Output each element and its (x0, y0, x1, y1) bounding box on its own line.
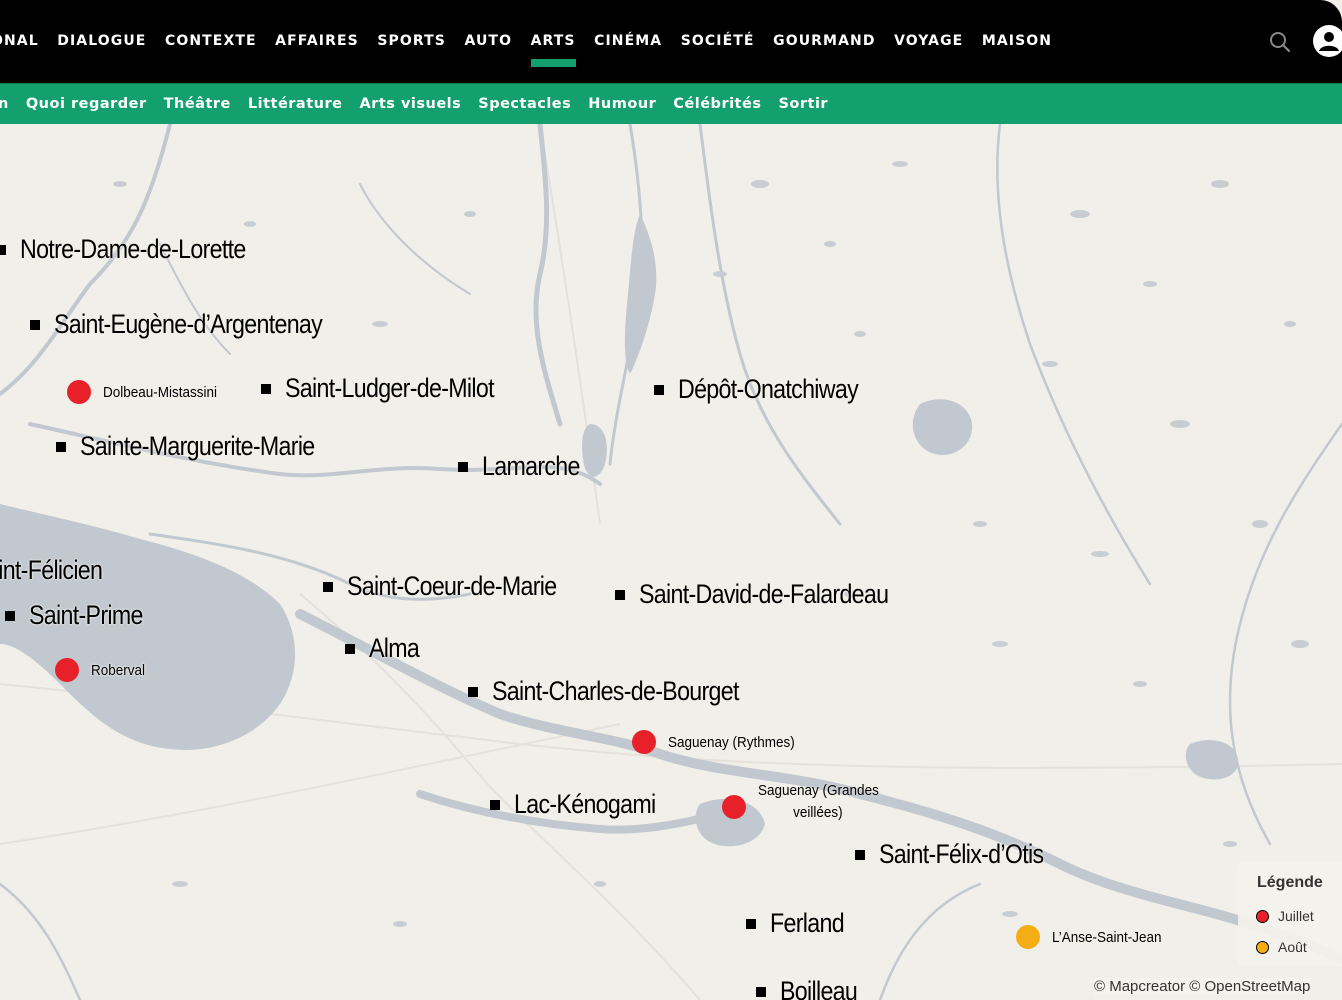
sub-nav-items: n Quoi regarder Théâtre Littérature Arts… (0, 96, 845, 112)
place-saint-felix: Saint-Félix-d’Otis (855, 839, 1070, 870)
sub-nav-item-truncated[interactable]: n (0, 96, 9, 112)
place-saint-eugene: Saint-Eugène-d’Argentenay (30, 309, 366, 340)
place-marker (458, 461, 468, 472)
place-marker (56, 441, 66, 452)
place-saint-charles: Saint-Charles-de-Bourget (468, 676, 779, 707)
place-marker (0, 244, 6, 255)
map-canvas[interactable]: Notre-Dame-de-Lorette Saint-Eugène-d’Arg… (0, 124, 1342, 1000)
legend-row-juillet: Juillet (1256, 908, 1314, 924)
sub-nav-item-celebrites[interactable]: Célébrités (673, 96, 761, 112)
nav-item-sports[interactable]: SPORTS (377, 33, 446, 49)
event-dot-juillet[interactable] (67, 380, 91, 404)
event-saguenay-grandes-veillees[interactable] (722, 795, 746, 819)
place-notre-dame-de-lorette: Notre-Dame-de-Lorette (0, 234, 282, 265)
nav-item-maison[interactable]: MAISON (982, 33, 1052, 49)
place-saint-david: Saint-David-de-Falardeau (615, 579, 929, 610)
event-dot-juillet[interactable] (55, 658, 79, 682)
nav-item-auto[interactable]: AUTO (464, 33, 512, 49)
sub-nav-item-litterature[interactable]: Littérature (248, 96, 343, 112)
place-ferland: Ferland (746, 908, 856, 939)
map-legend: Légende Juillet Août (1238, 862, 1342, 966)
place-lamarche: Lamarche (458, 451, 596, 482)
place-marker (490, 799, 500, 810)
event-dolbeau-mistassini[interactable]: Dolbeau-Mistassini (67, 380, 230, 404)
sub-nav-item-sortir[interactable]: Sortir (778, 96, 828, 112)
legend-dot-aout (1256, 940, 1269, 954)
map-attribution[interactable]: © Mapcreator © OpenStreetMap (1094, 978, 1311, 995)
legend-title: Légende (1257, 874, 1323, 891)
sub-nav-item-spectacles[interactable]: Spectacles (478, 96, 571, 112)
nav-item-gourmand[interactable]: GOURMAND (773, 33, 875, 49)
place-marker (615, 589, 625, 600)
place-saint-coeur-de-marie: Saint-Coeur-de-Marie (323, 571, 591, 602)
place-sainte-marguerite: Sainte-Marguerite-Marie (56, 431, 353, 462)
place-marker (345, 643, 355, 654)
place-saint-felicien: aint-Félicien (0, 555, 103, 585)
place-alma: Alma (345, 633, 427, 664)
legend-label-juillet: Juillet (1278, 908, 1314, 924)
place-saint-ludger: Saint-Ludger-de-Milot (261, 373, 528, 404)
event-dot-juillet[interactable] (632, 730, 656, 754)
nav-item-dialogue[interactable]: DIALOGUE (57, 33, 146, 49)
nav-item-national[interactable]: TIONAL (0, 33, 39, 49)
place-depot-onatchiway: Dépôt-Onatchiway (654, 374, 887, 405)
nav-item-contexte[interactable]: CONTEXTE (165, 33, 257, 49)
nav-item-cinema[interactable]: CINÉMA (594, 33, 662, 49)
place-marker (468, 686, 478, 697)
top-navigation: TIONAL DIALOGUE CONTEXTE AFFAIRES SPORTS… (0, 0, 1342, 83)
place-marker (756, 986, 766, 997)
sub-nav-item-quoi-regarder[interactable]: Quoi regarder (26, 96, 147, 112)
event-roberval[interactable]: Roberval (55, 658, 151, 682)
place-marker (30, 319, 40, 330)
sub-nav-item-theatre[interactable]: Théâtre (164, 96, 231, 112)
user-icon[interactable] (1313, 25, 1342, 57)
search-icon[interactable] (1268, 30, 1292, 54)
place-boilleau: Boilleau (756, 976, 870, 1000)
place-lac-kenogami: Lac-Kénogami (490, 789, 679, 820)
place-marker (746, 918, 756, 929)
sub-nav-item-arts-visuels[interactable]: Arts visuels (359, 96, 461, 112)
place-marker (5, 610, 15, 621)
nav-item-affaires[interactable]: AFFAIRES (275, 33, 359, 49)
event-grandes-veillees-label: Saguenay (Grandes veillées) (758, 782, 879, 821)
sub-navigation: n Quoi regarder Théâtre Littérature Arts… (0, 83, 1342, 125)
event-anse-saint-jean[interactable]: L’Anse-Saint-Jean (1016, 925, 1174, 949)
place-marker (855, 849, 865, 860)
nav-item-societe[interactable]: SOCIÉTÉ (681, 33, 755, 49)
legend-row-aout: Août (1256, 939, 1307, 955)
nav-item-arts[interactable]: ARTS (530, 33, 576, 67)
sub-nav-item-humour[interactable]: Humour (588, 96, 656, 112)
legend-dot-juillet (1256, 909, 1269, 923)
event-dot-aout[interactable] (1016, 925, 1040, 949)
top-nav-items: TIONAL DIALOGUE CONTEXTE AFFAIRES SPORTS… (0, 33, 1071, 67)
place-marker (323, 581, 333, 592)
nav-item-voyage[interactable]: VOYAGE (894, 33, 963, 49)
place-marker (261, 383, 271, 394)
place-saint-prime: Saint-Prime (5, 600, 161, 631)
place-marker (654, 384, 664, 395)
event-dot-juillet[interactable] (722, 795, 746, 819)
legend-label-aout: Août (1278, 939, 1307, 955)
event-saguenay-rythmes[interactable]: Saguenay (Rythmes) (632, 730, 809, 754)
